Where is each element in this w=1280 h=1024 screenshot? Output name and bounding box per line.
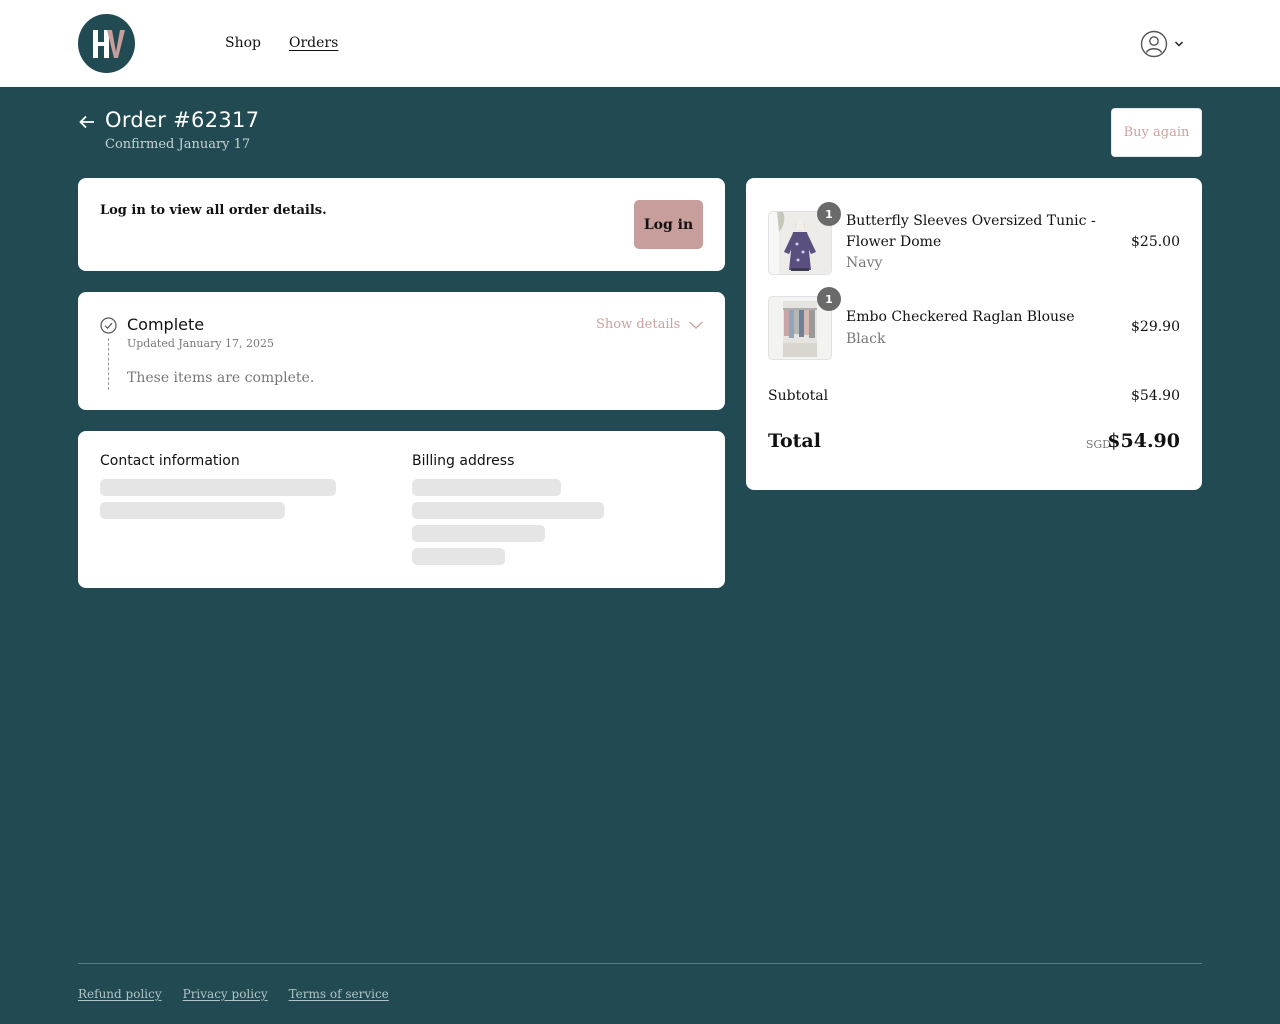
status-title: Complete bbox=[127, 315, 205, 334]
hv-logo-icon bbox=[93, 30, 125, 58]
billing-heading: Billing address bbox=[412, 453, 515, 469]
order-confirmed-date: Confirmed January 17 bbox=[105, 137, 251, 152]
total-value: $54.90 bbox=[1107, 430, 1180, 452]
show-details-label: Show details bbox=[596, 317, 681, 332]
product-thumbnail[interactable]: 1 bbox=[768, 287, 841, 360]
subtotal-value: $54.90 bbox=[1131, 388, 1180, 404]
site-header: Shop Orders bbox=[0, 0, 1280, 87]
contact-skeleton-line bbox=[100, 502, 285, 519]
footer-links: Refund policy Privacy policy Terms of se… bbox=[78, 987, 389, 1001]
terms-of-service-link[interactable]: Terms of service bbox=[289, 987, 389, 1001]
customer-info-card: Contact information Billing address bbox=[78, 431, 725, 588]
item-price: $25.00 bbox=[1131, 234, 1180, 250]
footer-divider bbox=[78, 963, 1202, 964]
status-card: Complete Updated January 17, 2025 These … bbox=[78, 292, 725, 410]
nav-orders[interactable]: Orders bbox=[289, 35, 338, 51]
item-variant: Navy bbox=[846, 255, 883, 271]
quantity-badge: 1 bbox=[817, 287, 841, 311]
order-summary-card: 1 Butterfly Sleeves Oversized Tunic - Fl… bbox=[746, 178, 1202, 490]
timeline-line bbox=[108, 338, 109, 390]
item-price: $29.90 bbox=[1131, 319, 1180, 335]
billing-skeleton-line bbox=[412, 479, 561, 496]
account-menu[interactable] bbox=[1140, 29, 1190, 59]
login-message: Log in to view all order details. bbox=[100, 203, 327, 218]
brand-logo[interactable] bbox=[78, 14, 135, 73]
billing-skeleton-line bbox=[412, 525, 545, 542]
item-variant: Black bbox=[846, 331, 886, 347]
contact-skeleton-line bbox=[100, 479, 336, 496]
item-name: Embo Checkered Raglan Blouse bbox=[846, 309, 1075, 325]
chevron-down-icon bbox=[689, 320, 704, 329]
product-thumbnail[interactable]: 1 bbox=[768, 202, 841, 275]
subtotal-label: Subtotal bbox=[768, 388, 829, 404]
page-title: Order #62317 bbox=[105, 108, 260, 132]
status-description: These items are complete. bbox=[127, 370, 315, 386]
nav-shop[interactable]: Shop bbox=[225, 35, 261, 51]
login-card: Log in to view all order details. Log in bbox=[78, 178, 725, 271]
billing-skeleton-line bbox=[412, 548, 505, 565]
total-label: Total bbox=[768, 430, 821, 452]
quantity-badge: 1 bbox=[817, 202, 841, 226]
billing-skeleton-line bbox=[412, 502, 604, 519]
log-in-button[interactable]: Log in bbox=[634, 200, 703, 249]
refund-policy-link[interactable]: Refund policy bbox=[78, 987, 162, 1001]
chevron-down-icon bbox=[1174, 41, 1184, 47]
main-nav: Shop Orders bbox=[225, 35, 338, 51]
show-details-toggle[interactable]: Show details bbox=[596, 317, 704, 332]
status-updated: Updated January 17, 2025 bbox=[127, 337, 275, 350]
contact-heading: Contact information bbox=[100, 453, 240, 469]
buy-again-button[interactable]: Buy again bbox=[1111, 108, 1202, 157]
user-circle-icon bbox=[1140, 30, 1168, 58]
check-circle-icon bbox=[100, 317, 117, 334]
privacy-policy-link[interactable]: Privacy policy bbox=[183, 987, 268, 1001]
item-name: Butterfly Sleeves Oversized Tunic - Flow… bbox=[846, 213, 1096, 250]
back-arrow-icon[interactable] bbox=[78, 113, 96, 131]
